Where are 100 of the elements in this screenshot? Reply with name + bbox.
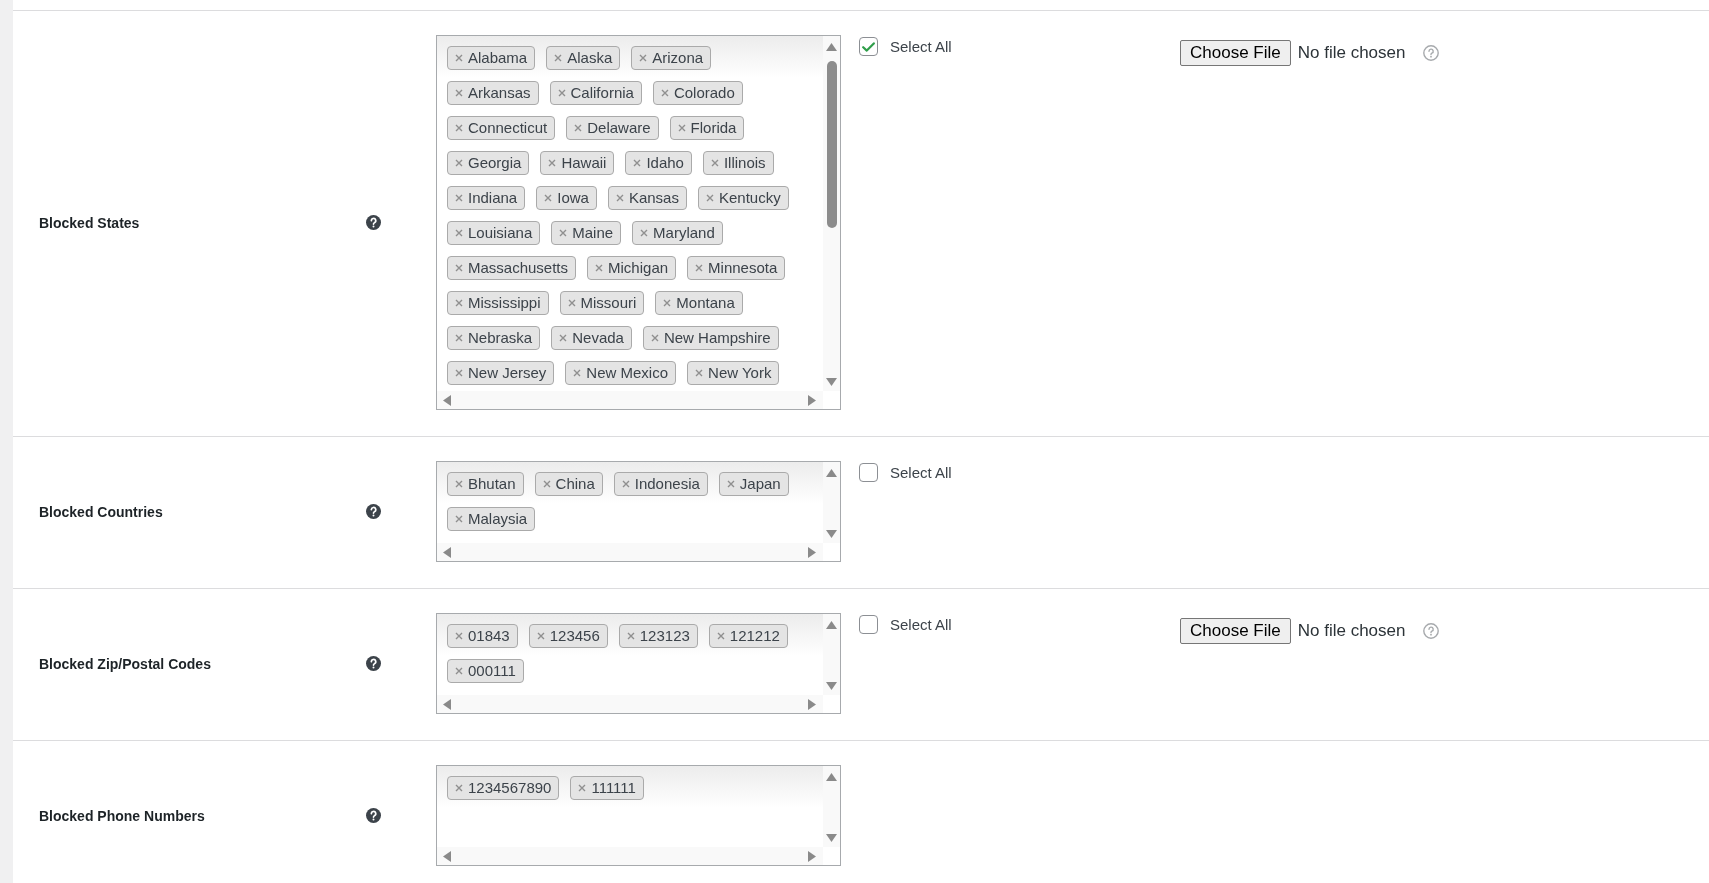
close-icon[interactable] bbox=[548, 159, 557, 167]
tag-label: 121212 bbox=[729, 627, 780, 645]
close-icon[interactable] bbox=[559, 334, 568, 342]
tag-label: Idaho bbox=[646, 154, 684, 172]
close-icon[interactable] bbox=[455, 632, 463, 640]
horizontal-scrollbar[interactable] bbox=[437, 543, 823, 561]
vertical-scrollbar[interactable] bbox=[823, 36, 840, 391]
right-triangle-icon[interactable] bbox=[808, 394, 816, 406]
close-icon[interactable] bbox=[544, 194, 553, 202]
close-icon[interactable] bbox=[455, 515, 463, 523]
close-icon[interactable] bbox=[710, 159, 719, 167]
left-triangle-icon[interactable] bbox=[443, 698, 451, 710]
multiselect-field[interactable]: Bhutan China Indonesia Japan Malaysia bbox=[436, 461, 841, 562]
close-icon[interactable] bbox=[455, 480, 463, 488]
vertical-scrollbar[interactable] bbox=[823, 614, 840, 695]
choose-file-button[interactable]: Choose File bbox=[1180, 618, 1291, 644]
close-icon[interactable] bbox=[626, 632, 635, 640]
close-icon[interactable] bbox=[595, 264, 604, 272]
close-icon[interactable] bbox=[640, 229, 649, 237]
down-triangle-icon[interactable] bbox=[826, 530, 837, 538]
field-label: Blocked States bbox=[39, 214, 140, 231]
vertical-scrollbar[interactable] bbox=[823, 766, 840, 847]
close-icon[interactable] bbox=[536, 632, 545, 640]
help-icon[interactable] bbox=[366, 215, 381, 230]
checkbox[interactable] bbox=[859, 615, 878, 634]
close-icon[interactable] bbox=[660, 89, 669, 97]
down-triangle-icon[interactable] bbox=[826, 682, 837, 690]
up-triangle-icon[interactable] bbox=[826, 469, 837, 477]
tag-label: Mississippi bbox=[468, 294, 541, 312]
close-icon[interactable] bbox=[726, 480, 735, 488]
tag-label: Massachusetts bbox=[468, 259, 569, 277]
help-icon[interactable] bbox=[366, 808, 381, 823]
close-icon[interactable] bbox=[455, 264, 463, 272]
close-icon[interactable] bbox=[639, 54, 648, 62]
close-icon[interactable] bbox=[695, 369, 704, 377]
close-icon[interactable] bbox=[573, 369, 582, 377]
close-icon[interactable] bbox=[455, 124, 463, 132]
multiselect-field[interactable]: 1234567890 111111 bbox=[436, 765, 841, 866]
close-icon[interactable] bbox=[455, 159, 463, 167]
close-icon[interactable] bbox=[716, 632, 725, 640]
close-icon[interactable] bbox=[542, 480, 551, 488]
checkbox[interactable] bbox=[859, 463, 878, 482]
tag-label: New Hampshire bbox=[663, 329, 771, 347]
up-triangle-icon[interactable] bbox=[826, 773, 837, 781]
field-label: Blocked Countries bbox=[39, 503, 163, 520]
close-icon[interactable] bbox=[615, 194, 624, 202]
close-icon[interactable] bbox=[455, 194, 463, 202]
horizontal-scrollbar[interactable] bbox=[437, 847, 823, 865]
right-triangle-icon[interactable] bbox=[808, 698, 816, 710]
tag-label: Maine bbox=[572, 224, 614, 242]
multiselect-field[interactable] bbox=[436, 35, 841, 410]
up-triangle-icon[interactable] bbox=[826, 43, 837, 51]
tag-label: Nevada bbox=[572, 329, 624, 347]
close-icon[interactable] bbox=[455, 229, 463, 237]
tag-label: Indonesia bbox=[634, 475, 700, 493]
close-icon[interactable] bbox=[455, 667, 463, 675]
scrollbar-thumb[interactable] bbox=[826, 61, 837, 228]
horizontal-scrollbar[interactable] bbox=[437, 695, 823, 713]
field-label: Blocked Zip/Postal Codes bbox=[39, 655, 211, 672]
close-icon[interactable] bbox=[567, 299, 576, 307]
up-triangle-icon[interactable] bbox=[826, 621, 837, 629]
close-icon[interactable] bbox=[621, 480, 630, 488]
close-icon[interactable] bbox=[663, 299, 672, 307]
check-icon bbox=[862, 41, 875, 52]
close-icon[interactable] bbox=[455, 784, 463, 792]
close-icon[interactable] bbox=[650, 334, 659, 342]
tag-label: Arizona bbox=[652, 49, 704, 67]
left-triangle-icon[interactable] bbox=[443, 394, 451, 406]
tag-label: Kentucky bbox=[718, 189, 781, 207]
tag-label: Michigan bbox=[608, 259, 669, 277]
left-triangle-icon[interactable] bbox=[443, 546, 451, 558]
close-icon[interactable] bbox=[633, 159, 642, 167]
down-triangle-icon[interactable] bbox=[826, 378, 837, 386]
close-icon[interactable] bbox=[557, 89, 566, 97]
tag-label: Bhutan bbox=[468, 475, 516, 493]
close-icon[interactable] bbox=[455, 299, 463, 307]
right-triangle-icon[interactable] bbox=[808, 850, 816, 862]
down-triangle-icon[interactable] bbox=[826, 834, 837, 842]
close-icon[interactable] bbox=[455, 369, 463, 377]
close-icon[interactable] bbox=[705, 194, 714, 202]
tag-label: Connecticut bbox=[468, 119, 548, 137]
close-icon[interactable] bbox=[695, 264, 704, 272]
help-icon[interactable] bbox=[366, 656, 381, 671]
help-icon[interactable] bbox=[366, 504, 381, 519]
close-icon[interactable] bbox=[574, 124, 583, 132]
close-icon[interactable] bbox=[455, 334, 463, 342]
close-icon[interactable] bbox=[455, 54, 463, 62]
multiselect-field[interactable]: 01843 123456 123123 121212 000111 bbox=[436, 613, 841, 714]
close-icon[interactable] bbox=[554, 54, 563, 62]
close-icon[interactable] bbox=[455, 89, 463, 97]
tag-label: New York bbox=[708, 364, 772, 382]
vertical-scrollbar[interactable] bbox=[823, 462, 840, 543]
checkbox[interactable] bbox=[859, 37, 878, 56]
close-icon[interactable] bbox=[578, 784, 587, 792]
choose-file-button[interactable]: Choose File bbox=[1180, 40, 1291, 66]
right-triangle-icon[interactable] bbox=[808, 546, 816, 558]
close-icon[interactable] bbox=[559, 229, 568, 237]
close-icon[interactable] bbox=[677, 124, 686, 132]
horizontal-scrollbar[interactable] bbox=[437, 391, 823, 409]
left-triangle-icon[interactable] bbox=[443, 850, 451, 862]
